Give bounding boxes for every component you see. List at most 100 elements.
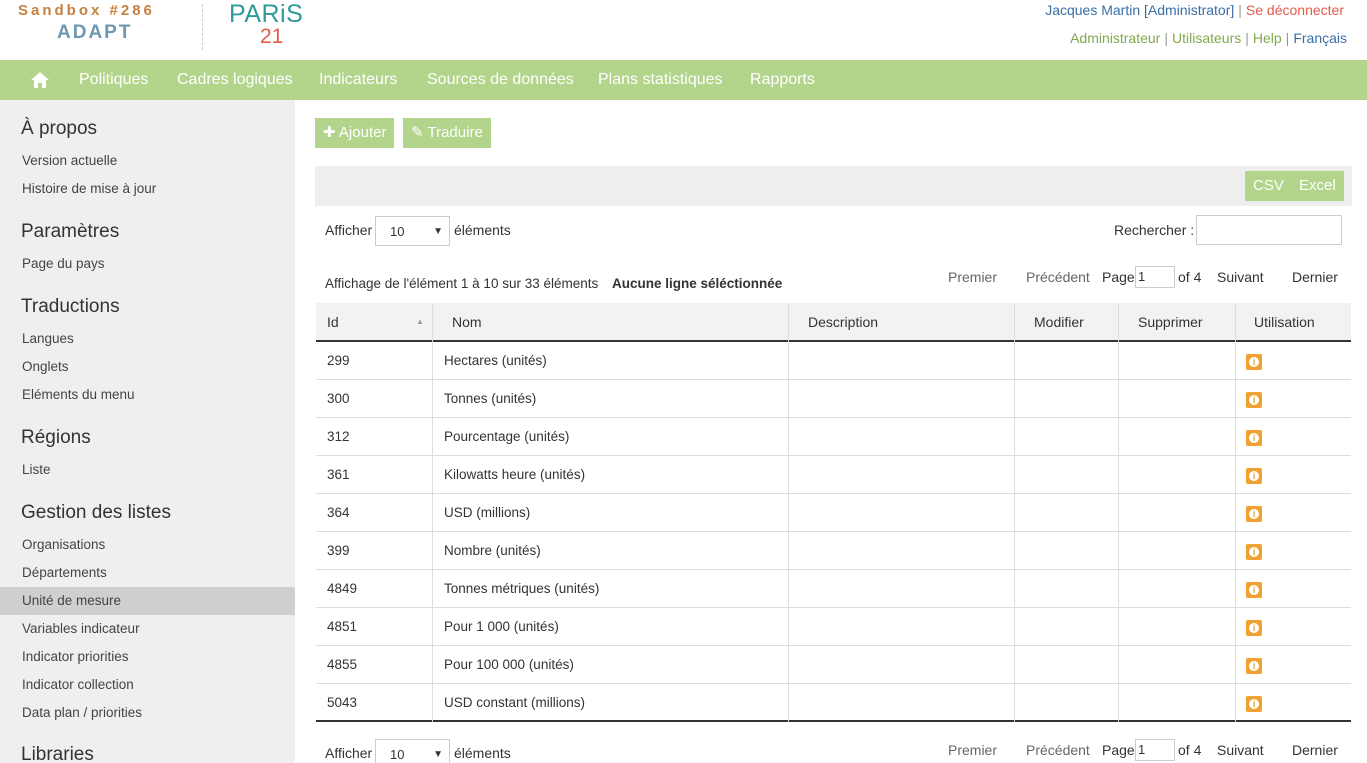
column-header-supprimer[interactable]: Supprimer <box>1119 303 1236 342</box>
nav-item-plans[interactable]: Plans statistiques <box>598 71 723 89</box>
page-size-select-bottom[interactable]: 10 ▼ <box>375 739 450 763</box>
column-header-modifier[interactable]: Modifier <box>1015 303 1119 342</box>
info-icon[interactable]: i <box>1246 506 1262 522</box>
info-glyph: i <box>1249 471 1259 481</box>
search-input[interactable] <box>1196 215 1342 245</box>
cell-supprimer <box>1119 570 1236 608</box>
cell-utilisation: i <box>1236 608 1351 646</box>
cell-id: 364 <box>316 494 433 532</box>
sidebar-item-menu-elements[interactable]: Eléments du menu <box>0 381 295 409</box>
info-icon[interactable]: i <box>1246 544 1262 560</box>
info-icon[interactable]: i <box>1246 620 1262 636</box>
cell-id: 5043 <box>316 684 433 722</box>
nav-item-sources[interactable]: Sources de données <box>427 71 574 89</box>
table-row[interactable]: 5043 USD constant (millions) i <box>316 684 1351 722</box>
pager-last-bottom[interactable]: Dernier <box>1292 742 1338 758</box>
table-row[interactable]: 4855 Pour 100 000 (unités) i <box>316 646 1351 684</box>
cell-id: 4849 <box>316 570 433 608</box>
cell-id: 4851 <box>316 608 433 646</box>
sidebar-item-liste[interactable]: Liste <box>0 456 295 484</box>
cell-description <box>789 646 1015 684</box>
table-row[interactable]: 299 Hectares (unités) i <box>316 342 1351 380</box>
pager-of-bottom: of 4 <box>1178 742 1202 758</box>
translate-button-label: Traduire <box>427 124 483 141</box>
excel-button[interactable]: Excel <box>1291 171 1344 201</box>
info-glyph: i <box>1249 585 1259 595</box>
search-label: Rechercher : <box>1114 222 1195 238</box>
page-input-bottom[interactable]: 1 <box>1135 739 1175 761</box>
column-header-id[interactable]: Id ▲ <box>316 303 433 342</box>
logout-link[interactable]: Se déconnecter <box>1246 2 1344 18</box>
cell-modifier <box>1015 494 1119 532</box>
sidebar-item-variables[interactable]: Variables indicateur <box>0 615 295 643</box>
info-icon[interactable]: i <box>1246 696 1262 712</box>
nav-item-cadres-logiques[interactable]: Cadres logiques <box>177 71 293 89</box>
cell-utilisation: i <box>1236 532 1351 570</box>
table-header: Id ▲ Nom Description Modifier Supprimer … <box>316 303 1351 342</box>
info-icon[interactable]: i <box>1246 468 1262 484</box>
sidebar-item-version[interactable]: Version actuelle <box>0 147 295 175</box>
pager-first[interactable]: Premier <box>948 269 997 285</box>
export-toolbar <box>315 166 1352 206</box>
cell-supprimer <box>1119 494 1236 532</box>
pager-first-bottom[interactable]: Premier <box>948 742 997 758</box>
nav-item-politiques[interactable]: Politiques <box>79 71 148 89</box>
edit-icon: ✎ <box>411 124 424 141</box>
info-icon[interactable]: i <box>1246 430 1262 446</box>
column-header-description[interactable]: Description <box>789 303 1015 342</box>
nav-item-rapports[interactable]: Rapports <box>750 71 815 89</box>
cell-nom: Tonnes métriques (unités) <box>433 570 789 608</box>
info-glyph: i <box>1249 509 1259 519</box>
table-row[interactable]: 364 USD (millions) i <box>316 494 1351 532</box>
column-header-nom[interactable]: Nom <box>433 303 789 342</box>
info-glyph: i <box>1249 699 1259 709</box>
sidebar-item-collection[interactable]: Indicator collection <box>0 671 295 699</box>
sidebar-item-data-plan[interactable]: Data plan / priorities <box>0 699 295 727</box>
cell-nom: Tonnes (unités) <box>433 380 789 418</box>
sidebar-item-langues[interactable]: Langues <box>0 325 295 353</box>
cell-description <box>789 456 1015 494</box>
home-icon[interactable] <box>30 71 50 89</box>
pager-next[interactable]: Suivant <box>1217 269 1264 285</box>
cell-id: 4855 <box>316 646 433 684</box>
cell-nom: Kilowatts heure (unités) <box>433 456 789 494</box>
pager-prev[interactable]: Précédent <box>1026 269 1090 285</box>
cell-nom: Nombre (unités) <box>433 532 789 570</box>
sidebar-item-history[interactable]: Histoire de mise à jour <box>0 175 295 203</box>
sidebar-item-country-page[interactable]: Page du pays <box>0 250 295 278</box>
user-name-link[interactable]: Jacques Martin [Administrator] <box>1045 2 1234 18</box>
column-header-utilisation[interactable]: Utilisation <box>1236 303 1351 342</box>
sidebar-item-priorities[interactable]: Indicator priorities <box>0 643 295 671</box>
nav-item-indicateurs[interactable]: Indicateurs <box>319 71 397 89</box>
page-size-select[interactable]: 10 ▼ <box>375 216 450 246</box>
show-label: Afficher <box>325 222 373 238</box>
language-link[interactable]: Français <box>1293 30 1347 46</box>
sidebar-item-departements[interactable]: Départements <box>0 559 295 587</box>
pager-next-bottom[interactable]: Suivant <box>1217 742 1264 758</box>
csv-button[interactable]: CSV <box>1245 171 1292 201</box>
table-row[interactable]: 300 Tonnes (unités) i <box>316 380 1351 418</box>
sidebar-item-unite-mesure[interactable]: Unité de mesure <box>0 587 295 615</box>
info-icon[interactable]: i <box>1246 354 1262 370</box>
table-row[interactable]: 399 Nombre (unités) i <box>316 532 1351 570</box>
page-input[interactable]: 1 <box>1135 266 1175 288</box>
table-row[interactable]: 312 Pourcentage (unités) i <box>316 418 1351 456</box>
cell-description <box>789 684 1015 722</box>
partner-logo-number: 21 <box>260 25 284 48</box>
pager-prev-bottom[interactable]: Précédent <box>1026 742 1090 758</box>
translate-button[interactable]: ✎ Traduire <box>403 118 491 148</box>
add-button[interactable]: ✚ Ajouter <box>315 118 395 148</box>
admin-link[interactable]: Administrateur <box>1070 30 1160 46</box>
sidebar-item-organisations[interactable]: Organisations <box>0 531 295 559</box>
info-icon[interactable]: i <box>1246 392 1262 408</box>
table-row[interactable]: 4849 Tonnes métriques (unités) i <box>316 570 1351 608</box>
users-link[interactable]: Utilisateurs <box>1172 30 1241 46</box>
info-icon[interactable]: i <box>1246 658 1262 674</box>
table-row[interactable]: 4851 Pour 1 000 (unités) i <box>316 608 1351 646</box>
info-icon[interactable]: i <box>1246 582 1262 598</box>
help-link[interactable]: Help <box>1253 30 1282 46</box>
sidebar-item-onglets[interactable]: Onglets <box>0 353 295 381</box>
table-row[interactable]: 361 Kilowatts heure (unités) i <box>316 456 1351 494</box>
cell-modifier <box>1015 646 1119 684</box>
pager-last[interactable]: Dernier <box>1292 269 1338 285</box>
